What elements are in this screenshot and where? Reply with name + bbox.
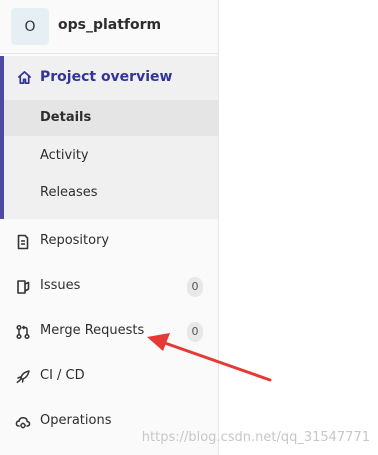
watermark-text: https://blog.csdn.net/qq_31547771 [141, 430, 370, 445]
sidebar-item-label: Project overview [40, 69, 173, 85]
sidebar-subitem-label: Releases [40, 185, 98, 200]
issues-icon [17, 280, 30, 294]
rocket-icon [16, 370, 30, 384]
sidebar-item-label: Issues [40, 278, 81, 293]
sidebar-subitem-label: Activity [40, 148, 89, 163]
document-icon [17, 234, 29, 250]
sidebar-item-merge-requests[interactable]: Merge Requests 0 [0, 310, 218, 354]
sidebar-item-project-overview[interactable]: Project overview [4, 56, 218, 100]
sidebar-subitem-releases[interactable]: Releases [4, 175, 218, 211]
sidebar-item-issues[interactable]: Issues 0 [0, 265, 218, 309]
sidebar-subitem-details[interactable]: Details [4, 100, 218, 136]
project-name[interactable]: ops_platform [58, 17, 161, 33]
sidebar-item-label: Merge Requests [40, 323, 145, 338]
merge-requests-count-badge: 0 [187, 322, 203, 342]
home-icon [18, 71, 31, 84]
sidebar-item-ci-cd[interactable]: CI / CD [0, 355, 218, 399]
page-root: O ops_platform Project overview Details … [0, 0, 378, 455]
project-header[interactable]: O ops_platform [0, 0, 218, 54]
sidebar-subitem-activity[interactable]: Activity [4, 138, 218, 174]
sidebar-item-repository[interactable]: Repository [0, 220, 218, 264]
project-avatar[interactable]: O [11, 8, 49, 45]
sidebar-item-label: Operations [40, 413, 112, 428]
sidebar-item-label: Repository [40, 233, 110, 248]
main-content-area [219, 0, 378, 455]
sidebar-subitem-label: Details [40, 110, 92, 125]
sidebar-item-label: CI / CD [40, 368, 85, 383]
cloud-gear-icon [15, 417, 31, 429]
merge-request-icon [16, 324, 30, 340]
project-sidebar: O ops_platform Project overview Details … [0, 0, 219, 455]
project-overview-section: Project overview Details Activity Releas… [0, 56, 218, 219]
issues-count-badge: 0 [187, 277, 203, 297]
